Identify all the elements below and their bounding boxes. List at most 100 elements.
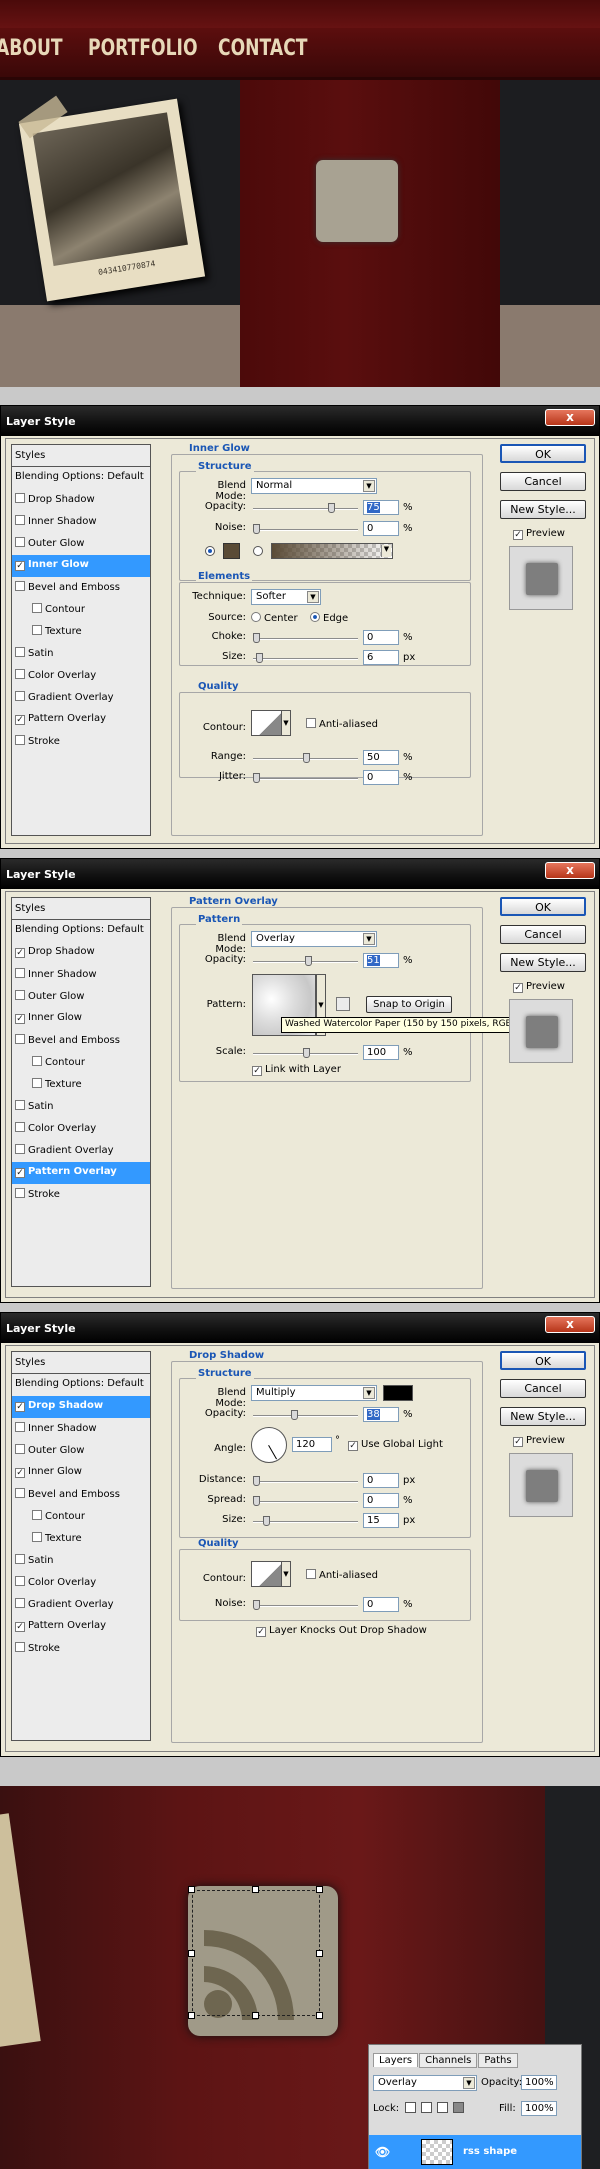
anti-aliased-checkbox[interactable]: Anti-aliased bbox=[306, 1569, 378, 1581]
chevron-down-icon[interactable]: ▼ bbox=[281, 710, 291, 736]
style-item-drop-shadow[interactable]: ✓ Drop Shadow bbox=[12, 942, 150, 964]
styles-header[interactable]: Styles bbox=[12, 1352, 150, 1374]
style-item-satin[interactable]: Satin bbox=[12, 1550, 150, 1572]
distance-input[interactable]: 0 bbox=[363, 1473, 399, 1488]
checkbox-icon[interactable] bbox=[15, 1122, 25, 1132]
opacity-slider[interactable] bbox=[253, 503, 358, 513]
new-style-button[interactable]: New Style... bbox=[500, 1407, 586, 1426]
ok-button[interactable]: OK bbox=[500, 444, 586, 463]
checkbox-icon[interactable] bbox=[15, 1576, 25, 1586]
noise-slider[interactable] bbox=[253, 1600, 358, 1610]
opacity-input[interactable]: 38 bbox=[363, 1407, 399, 1422]
size-slider[interactable] bbox=[253, 1516, 358, 1526]
transform-handle[interactable] bbox=[188, 2012, 195, 2019]
glow-color-swatch[interactable] bbox=[223, 543, 240, 559]
checkbox-icon[interactable] bbox=[15, 647, 25, 657]
link-with-layer-checkbox[interactable]: ✓ Link with Layer bbox=[252, 1064, 341, 1076]
blend-mode-select[interactable]: Multiply ▼ bbox=[251, 1385, 377, 1401]
noise-input[interactable]: 0 bbox=[363, 1597, 399, 1612]
style-item-stroke[interactable]: Stroke bbox=[12, 731, 150, 753]
slider-thumb[interactable] bbox=[253, 773, 260, 783]
slider-thumb[interactable] bbox=[305, 956, 312, 966]
style-item-blending-options-default[interactable]: Blending Options: Default bbox=[12, 920, 150, 942]
checkbox-icon[interactable]: ✓ bbox=[15, 948, 25, 958]
style-item-color-overlay[interactable]: Color Overlay bbox=[12, 1572, 150, 1594]
style-item-drop-shadow[interactable]: ✓ Drop Shadow bbox=[12, 1396, 150, 1418]
style-item-texture[interactable]: Texture bbox=[12, 621, 150, 643]
transform-handle[interactable] bbox=[252, 1886, 259, 1893]
use-global-light-checkbox[interactable]: ✓ Use Global Light bbox=[348, 1439, 443, 1451]
new-style-button[interactable]: New Style... bbox=[500, 500, 586, 519]
size-input[interactable]: 6 bbox=[363, 650, 399, 665]
scale-slider[interactable] bbox=[253, 1048, 358, 1058]
shadow-color-swatch[interactable] bbox=[383, 1385, 413, 1401]
style-item-contour[interactable]: Contour bbox=[12, 599, 150, 621]
ok-button[interactable]: OK bbox=[500, 1351, 586, 1370]
jitter-slider[interactable] bbox=[253, 773, 358, 783]
style-item-bevel-and-emboss[interactable]: Bevel and Emboss bbox=[12, 1030, 150, 1052]
checkbox-icon[interactable] bbox=[15, 1144, 25, 1154]
checkbox-icon[interactable] bbox=[32, 1532, 42, 1542]
style-item-stroke[interactable]: Stroke bbox=[12, 1184, 150, 1206]
opacity-input[interactable]: 51 bbox=[363, 953, 399, 968]
knocks-out-checkbox[interactable]: ✓ Layer Knocks Out Drop Shadow bbox=[256, 1625, 427, 1637]
style-item-inner-glow[interactable]: ✓ Inner Glow bbox=[12, 1008, 150, 1030]
nav-contact[interactable]: CONTACT bbox=[218, 36, 308, 61]
lock-position-icon[interactable] bbox=[437, 2102, 448, 2113]
checkbox-icon[interactable] bbox=[15, 515, 25, 525]
checkbox-icon[interactable] bbox=[15, 581, 25, 591]
layer-blend-mode-select[interactable]: Overlay ▼ bbox=[373, 2075, 477, 2091]
style-item-satin[interactable]: Satin bbox=[12, 643, 150, 665]
tab-paths[interactable]: Paths bbox=[478, 2053, 518, 2068]
close-button[interactable]: x bbox=[545, 409, 595, 426]
style-item-stroke[interactable]: Stroke bbox=[12, 1638, 150, 1660]
choke-input[interactable]: 0 bbox=[363, 630, 399, 645]
style-item-pattern-overlay[interactable]: ✓ Pattern Overlay bbox=[12, 1162, 150, 1184]
slider-thumb[interactable] bbox=[253, 1496, 260, 1506]
style-item-outer-glow[interactable]: Outer Glow bbox=[12, 1440, 150, 1462]
slider-thumb[interactable] bbox=[263, 1516, 270, 1526]
transform-handle[interactable] bbox=[316, 1950, 323, 1957]
lock-all-icon[interactable] bbox=[453, 2102, 464, 2113]
checkbox-icon[interactable] bbox=[15, 1100, 25, 1110]
checkbox-icon[interactable] bbox=[32, 1078, 42, 1088]
checkbox-icon[interactable] bbox=[15, 1034, 25, 1044]
spread-input[interactable]: 0 bbox=[363, 1493, 399, 1508]
style-item-bevel-and-emboss[interactable]: Bevel and Emboss bbox=[12, 577, 150, 599]
chevron-down-icon[interactable]: ▼ bbox=[281, 1561, 291, 1587]
gradient-radio[interactable] bbox=[253, 546, 263, 556]
checkbox-icon[interactable] bbox=[15, 1188, 25, 1198]
transform-handle[interactable] bbox=[316, 2012, 323, 2019]
style-item-inner-shadow[interactable]: Inner Shadow bbox=[12, 1418, 150, 1440]
style-item-gradient-overlay[interactable]: Gradient Overlay bbox=[12, 1594, 150, 1616]
blend-mode-select[interactable]: Normal ▼ bbox=[251, 478, 377, 494]
tab-layers[interactable]: Layers bbox=[373, 2053, 419, 2067]
lock-pixels-icon[interactable] bbox=[421, 2102, 432, 2113]
spread-slider[interactable] bbox=[253, 1496, 358, 1506]
ok-button[interactable]: OK bbox=[500, 897, 586, 916]
new-preset-icon[interactable] bbox=[336, 997, 350, 1011]
cancel-button[interactable]: Cancel bbox=[500, 1379, 586, 1398]
transform-handle[interactable] bbox=[316, 1886, 323, 1893]
slider-thumb[interactable] bbox=[303, 1048, 310, 1058]
opacity-slider[interactable] bbox=[253, 1410, 358, 1420]
checkbox-icon[interactable] bbox=[32, 1056, 42, 1066]
checkbox-icon[interactable]: ✓ bbox=[15, 1014, 25, 1024]
style-item-pattern-overlay[interactable]: ✓ Pattern Overlay bbox=[12, 1616, 150, 1638]
slider-thumb[interactable] bbox=[253, 1476, 260, 1486]
preview-checkbox[interactable]: ✓ Preview bbox=[513, 981, 565, 993]
checkbox-icon[interactable] bbox=[32, 603, 42, 613]
preview-checkbox[interactable]: ✓ Preview bbox=[513, 1435, 565, 1447]
technique-select[interactable]: Softer ▼ bbox=[251, 589, 321, 605]
slider-thumb[interactable] bbox=[253, 524, 260, 534]
layer-row[interactable]: 👁 rss shape bbox=[369, 2135, 581, 2169]
source-center-radio[interactable]: Center bbox=[251, 612, 298, 624]
opacity-input[interactable]: 75 bbox=[363, 500, 399, 515]
style-item-outer-glow[interactable]: Outer Glow bbox=[12, 986, 150, 1008]
style-item-gradient-overlay[interactable]: Gradient Overlay bbox=[12, 687, 150, 709]
checkbox-icon[interactable]: ✓ bbox=[15, 1622, 25, 1632]
layer-opacity-input[interactable]: 100% bbox=[521, 2075, 557, 2090]
scale-input[interactable]: 100 bbox=[363, 1045, 399, 1060]
transform-handle[interactable] bbox=[252, 2012, 259, 2019]
slider-thumb[interactable] bbox=[253, 633, 260, 643]
